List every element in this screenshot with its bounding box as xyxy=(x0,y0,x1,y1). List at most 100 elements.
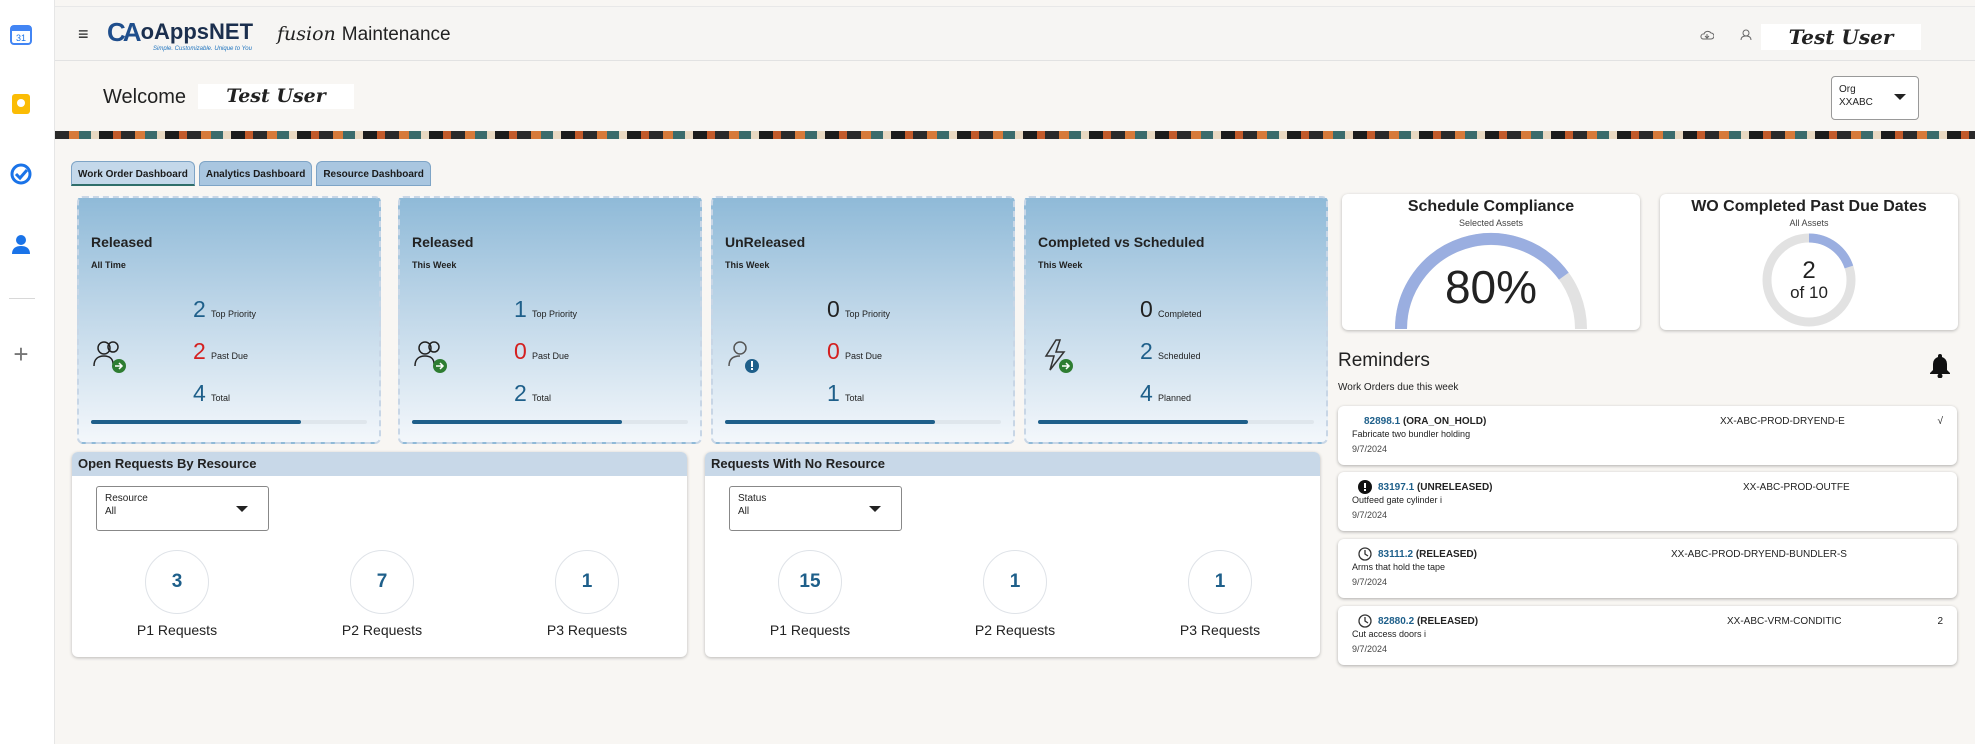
reminder-id: 83197.1 (UNRELEASED) xyxy=(1378,482,1493,493)
status-select[interactable]: Status All xyxy=(729,486,902,531)
org-select[interactable]: Org XXABC xyxy=(1831,76,1919,120)
caret-down-icon xyxy=(869,506,881,512)
tab-resource-dashboard[interactable]: Resource Dashboard xyxy=(316,161,431,186)
reminder-item[interactable]: 82880.2 (RELEASED) Cut access doors i 9/… xyxy=(1338,606,1957,665)
request-label: P2 Requests xyxy=(974,622,1056,638)
card-title: UnReleased xyxy=(725,234,806,250)
request-count[interactable]: 1 xyxy=(555,550,619,614)
request-tile-p3: 1 P3 Requests xyxy=(1145,550,1295,638)
card-progress-bar xyxy=(91,420,367,424)
reminder-desc: Outfeed gate cylinder i xyxy=(1352,495,1443,505)
donut-count: 2 xyxy=(1802,257,1816,284)
menu-icon[interactable]: ≡ xyxy=(78,25,89,43)
calendar-icon[interactable]: 31 xyxy=(9,22,33,46)
bolt-arrow-icon xyxy=(1038,336,1078,376)
logo-mark: CA xyxy=(107,17,142,47)
request-label: P1 Requests xyxy=(769,622,851,638)
alert-icon xyxy=(1358,480,1372,494)
tab-work-order-dashboard[interactable]: Work Order Dashboard xyxy=(71,161,195,186)
app-title-text: Maintenance xyxy=(341,24,451,45)
card-subtitle: This Week xyxy=(725,260,770,270)
kpi-card-released-all-time[interactable]: Released All Time 2 Top Priority 2 Past Du… xyxy=(77,196,381,444)
request-label: P2 Requests xyxy=(341,622,423,638)
progress-fill xyxy=(725,420,935,424)
reminder-asset: XX-ABC-VRM-CONDITIC xyxy=(1727,616,1842,627)
reminder-status: (UNRELEASED) xyxy=(1416,482,1493,493)
contacts-icon[interactable] xyxy=(9,232,33,256)
reminder-number: 83111.2 xyxy=(1378,549,1414,560)
user-alert-icon xyxy=(725,336,765,376)
wo-past-due-donut: WO Completed Past Due Dates All Assets 2… xyxy=(1660,194,1958,330)
stat-top-priority: 1 Top Priority xyxy=(514,296,577,323)
keep-icon[interactable] xyxy=(9,92,33,116)
request-tile-p1: 15 P1 Requests xyxy=(735,550,885,638)
reminder-desc: Cut access doors i xyxy=(1352,629,1427,639)
dashboard-tabs: Work Order Dashboard Analytics Dashboard… xyxy=(71,161,431,186)
stat-total: 1 Total xyxy=(827,380,864,407)
stat-label: Top Priority xyxy=(845,309,891,319)
request-label: P1 Requests xyxy=(136,622,218,638)
stat-value: 1 xyxy=(514,296,527,322)
resource-select[interactable]: Resource All xyxy=(96,486,269,531)
logo-text: oAppsNET xyxy=(140,19,254,44)
stat-past-due: 0 Past Due xyxy=(514,338,569,365)
reminder-extra: 2 xyxy=(1937,616,1943,627)
reminder-item[interactable]: 82898.1 (ORA_ON_HOLD) Fabricate two bund… xyxy=(1338,406,1957,465)
app-rail: 31 + xyxy=(0,0,55,744)
top-icons xyxy=(1700,29,1752,44)
header-user-name[interactable]: Test User xyxy=(1761,24,1921,50)
kpi-card-released-this-week[interactable]: Released This Week 1 Top Priority 0 Past D… xyxy=(398,196,702,444)
reminder-date: 9/7/2024 xyxy=(1352,510,1388,520)
stat-label: Past Due xyxy=(845,351,883,361)
reminder-asset: XX-ABC-PROD-DRYEND-E xyxy=(1720,416,1845,427)
reminder-desc: Arms that hold the tape xyxy=(1352,562,1446,572)
bell-icon[interactable] xyxy=(1929,352,1951,383)
add-icon[interactable]: + xyxy=(9,339,33,369)
app-title-fusion: fusion xyxy=(277,23,336,45)
reminder-asset: XX-ABC-PROD-DRYEND-BUNDLER-S xyxy=(1671,549,1847,560)
card-title: Released xyxy=(91,234,153,250)
request-count[interactable]: 1 xyxy=(1188,550,1252,614)
stat-value: 0 xyxy=(827,338,840,364)
request-count[interactable]: 3 xyxy=(145,550,209,614)
reminder-number: 82898.1 xyxy=(1364,416,1401,427)
stat-top-priority: 0 Top Priority xyxy=(827,296,890,323)
tasks-icon[interactable] xyxy=(9,162,33,186)
stat-value: 2 xyxy=(193,296,206,322)
select-label: Status xyxy=(738,493,767,504)
stat-label: Top Priority xyxy=(211,309,257,319)
request-count[interactable]: 15 xyxy=(778,550,842,614)
clock-icon xyxy=(1358,547,1372,561)
request-tile-p2: 1 P2 Requests xyxy=(940,550,1090,638)
requests-no-resource-panel: Requests With No Resource Status All 15 P… xyxy=(705,452,1320,657)
stat-value: 1 xyxy=(827,380,840,406)
stat-value: 4 xyxy=(1140,380,1153,406)
reminder-desc: Fabricate two bundler holding xyxy=(1352,429,1471,439)
caret-down-icon xyxy=(236,506,248,512)
cloud-icon[interactable] xyxy=(1700,29,1715,44)
stat-label: Total xyxy=(211,393,231,403)
card-progress-bar xyxy=(412,420,688,424)
progress-fill xyxy=(412,420,622,424)
reminder-item[interactable]: 83111.2 (RELEASED) Arms that hold the ta… xyxy=(1338,539,1957,598)
kpi-card-unreleased-this-week[interactable]: UnReleased This Week 0 Top Priority 0 Past… xyxy=(711,196,1015,444)
top-bar: ≡ CA oAppsNET Simple. Customizable. Uniq… xyxy=(55,6,1975,61)
reminder-id: 83111.2 (RELEASED) xyxy=(1378,549,1477,560)
stat-label: Scheduled xyxy=(1158,351,1201,361)
reminder-id: 82880.2 (RELEASED) xyxy=(1378,616,1478,627)
panel-title: Open Requests By Resource xyxy=(72,452,687,476)
progress-fill xyxy=(1038,420,1248,424)
user-icon[interactable] xyxy=(1740,29,1752,44)
reminder-item[interactable]: 83197.1 (UNRELEASED) Outfeed gate cylind… xyxy=(1338,472,1957,531)
stat-top-priority: 2 Top Priority xyxy=(193,296,256,323)
stat-label: Planned xyxy=(1158,393,1192,403)
decorative-banner xyxy=(55,131,1975,139)
request-count[interactable]: 1 xyxy=(983,550,1047,614)
kpi-card-completed-vs-scheduled[interactable]: Completed vs Scheduled This Week 0 Comple… xyxy=(1024,196,1328,444)
reminders-title: Reminders xyxy=(1338,350,1430,371)
tab-analytics-dashboard[interactable]: Analytics Dashboard xyxy=(198,161,313,186)
request-count[interactable]: 7 xyxy=(350,550,414,614)
progress-fill xyxy=(91,420,301,424)
card-progress-bar xyxy=(1038,420,1314,424)
card-progress-bar xyxy=(725,420,1001,424)
